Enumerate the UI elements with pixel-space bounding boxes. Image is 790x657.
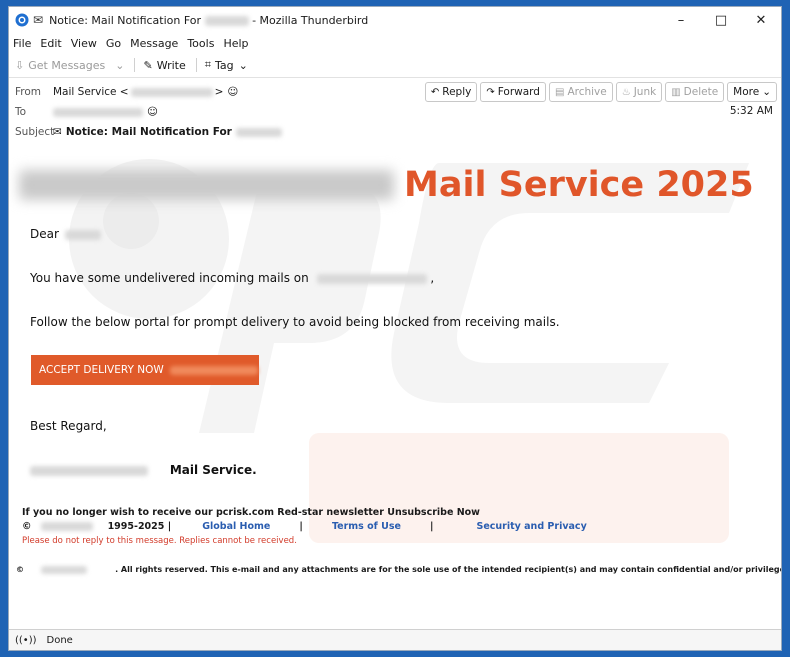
accept-delivery-label: ACCEPT DELIVERY NOW <box>39 364 164 376</box>
security-privacy-link[interactable]: Security and Privacy <box>476 521 586 532</box>
global-home-link[interactable]: Global Home <box>202 521 270 532</box>
junk-button[interactable]: ♨ Junk <box>615 82 663 102</box>
archive-button[interactable]: ▤ Archive <box>548 82 613 102</box>
chevron-down-icon: ⌄ <box>115 58 125 72</box>
redacted-button-text <box>169 365 258 375</box>
redacted-company <box>40 565 87 574</box>
menu-view[interactable]: View <box>71 37 97 50</box>
redacted-username <box>64 229 101 240</box>
accept-delivery-button[interactable]: ACCEPT DELIVERY NOW <box>31 355 259 385</box>
rights-notice: © . All rights reserved. This e-mail and… <box>16 565 781 574</box>
no-reply-notice: Please do not reply to this message. Rep… <box>22 536 297 546</box>
redacted-recipient-email <box>53 107 143 117</box>
menu-go[interactable]: Go <box>106 37 121 50</box>
write-label: Write <box>156 58 186 72</box>
email-body: Mail Service 2025 Dear You have some und… <box>9 143 781 631</box>
status-bar: ((•)) Done <box>9 629 781 650</box>
reply-button[interactable]: ↶ Reply <box>424 82 478 102</box>
get-messages-button[interactable]: ⇩ Get Messages <box>15 59 105 72</box>
main-toolbar: ⇩ Get Messages ⌄ ✎ Write ⌗ Tag ⌄ <box>9 53 781 78</box>
unsubscribe-line: If you no longer wish to receive our pcr… <box>22 507 480 518</box>
get-messages-label: Get Messages <box>28 58 106 72</box>
greeting: Dear <box>30 227 101 241</box>
tag-button[interactable]: ⌗ Tag ⌄ <box>205 58 248 72</box>
redacted-sender-email <box>130 87 213 97</box>
thunderbird-app-icon <box>15 13 29 27</box>
tag-label: Tag <box>214 58 234 72</box>
message-actions: ↶ Reply ↷ Forward ▤ Archive ♨ Junk ▥ Delete M… <box>422 82 777 102</box>
status-text: Done <box>46 634 73 646</box>
envelope-icon: ✉ <box>33 13 44 27</box>
menu-message[interactable]: Message <box>130 37 178 50</box>
more-button[interactable]: More ⌄ <box>727 82 777 102</box>
to-label: To <box>15 106 27 118</box>
brand-title: Mail Service 2025 <box>404 165 754 205</box>
flame-icon: ♨ <box>621 86 631 98</box>
forward-button[interactable]: ↷ Forward <box>480 82 546 102</box>
regards-line: Best Regard, <box>30 419 107 433</box>
archive-icon: ▤ <box>554 86 565 98</box>
envelope-icon: ✉ <box>53 126 62 138</box>
minimize-button[interactable]: – <box>661 7 701 33</box>
undelivered-line: You have some undelivered incoming mails… <box>30 271 435 285</box>
link-separator: | <box>429 521 434 532</box>
close-button[interactable]: ✕ <box>741 7 781 33</box>
download-icon: ⇩ <box>15 58 25 72</box>
subject-value: ✉ Notice: Mail Notification For <box>53 126 282 138</box>
subject-label: Subject <box>15 126 55 138</box>
activity-icon: ((•)) <box>15 634 37 646</box>
tag-icon: ⌗ <box>204 58 211 71</box>
toolbar-separator <box>195 58 197 72</box>
pencil-icon: ✎ <box>143 58 153 72</box>
contact-icon: ☺ <box>227 86 239 98</box>
menu-help[interactable]: Help <box>223 37 248 50</box>
redacted-subject-recipient <box>235 127 282 137</box>
window-title: Notice: Mail Notification For - Mozilla … <box>49 13 369 27</box>
forward-icon: ↷ <box>486 86 495 98</box>
write-button[interactable]: ✎ Write <box>143 59 185 72</box>
chevron-down-icon: ⌄ <box>762 86 771 98</box>
archive-label: Archive <box>567 86 607 98</box>
signature-line: Mail Service. <box>30 463 257 477</box>
more-label: More <box>733 86 760 98</box>
footer-links: © 1995-2025 | Global Home | Terms of Use… <box>22 521 587 532</box>
thunderbird-window: ✉ Notice: Mail Notification For - Mozill… <box>8 6 782 651</box>
instruction-line: Follow the below portal for prompt deliv… <box>30 315 560 329</box>
trash-icon: ▥ <box>671 86 681 98</box>
redacted-company <box>40 522 93 531</box>
junk-label: Junk <box>633 86 657 98</box>
redacted-domain-banner <box>19 170 394 200</box>
delete-label: Delete <box>683 86 719 98</box>
get-messages-dropdown[interactable]: ⌄ <box>115 59 124 72</box>
from-value[interactable]: Mail Service < > ☺ <box>53 86 238 98</box>
window-controls: – □ ✕ <box>661 7 781 33</box>
message-time: 5:32 AM <box>729 105 773 117</box>
email-brand-header: Mail Service 2025 <box>19 165 754 205</box>
from-label: From <box>15 86 42 98</box>
redacted-email-address <box>316 273 427 284</box>
title-bar: ✉ Notice: Mail Notification For - Mozill… <box>9 7 781 33</box>
reply-icon: ↶ <box>430 86 440 98</box>
menu-bar: File Edit View Go Message Tools Help <box>9 33 781 53</box>
toolbar-separator <box>134 58 136 72</box>
delete-button[interactable]: ▥ Delete <box>665 82 725 102</box>
contact-icon: ☺ <box>147 106 158 118</box>
watermark-graphic <box>69 159 749 543</box>
redacted-signature-domain <box>30 465 148 476</box>
reply-label: Reply <box>442 86 472 98</box>
forward-label: Forward <box>497 86 540 98</box>
link-separator: | <box>299 521 303 532</box>
chevron-down-icon: ⌄ <box>238 58 248 72</box>
menu-tools[interactable]: Tools <box>187 37 214 50</box>
redacted-recipient <box>204 15 249 26</box>
menu-file[interactable]: File <box>13 37 31 50</box>
terms-of-use-link[interactable]: Terms of Use <box>332 521 401 532</box>
maximize-button[interactable]: □ <box>701 7 741 33</box>
to-row: To ☺ <box>15 102 775 122</box>
subject-row: Subject ✉ Notice: Mail Notification For <box>15 122 775 142</box>
menu-edit[interactable]: Edit <box>40 37 61 50</box>
to-value[interactable]: ☺ <box>53 106 158 118</box>
